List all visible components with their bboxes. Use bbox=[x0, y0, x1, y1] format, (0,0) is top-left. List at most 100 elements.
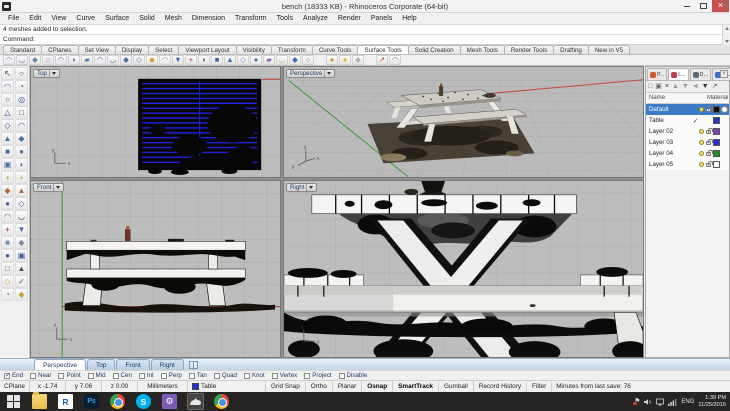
checkbox[interactable] bbox=[304, 373, 310, 379]
checkbox[interactable] bbox=[139, 373, 145, 379]
checkbox[interactable] bbox=[339, 373, 345, 379]
panel-tab[interactable]: D... bbox=[690, 68, 711, 80]
panel-tab[interactable]: L... bbox=[668, 68, 688, 80]
toolbar-tool-icon[interactable]: ■ bbox=[211, 55, 223, 65]
taskbar-clock[interactable]: 1:39 PM 11/25/2015 bbox=[698, 395, 726, 408]
minimize-button[interactable] bbox=[678, 0, 695, 12]
toolbar-tool-icon[interactable]: ◗ bbox=[198, 55, 210, 65]
settings-gear-icon[interactable]: ⚙ bbox=[162, 394, 177, 409]
skype-icon[interactable]: S bbox=[136, 394, 151, 409]
checkbox[interactable] bbox=[58, 373, 64, 379]
start-button[interactable] bbox=[6, 394, 21, 409]
layer-color-swatch[interactable] bbox=[713, 150, 720, 157]
layer-material-icon[interactable] bbox=[721, 106, 728, 113]
sidebar-tool-icon[interactable]: ◆ bbox=[15, 132, 28, 145]
osnap-option[interactable]: Tan bbox=[189, 372, 207, 379]
sidebar-tool-icon[interactable]: ○ bbox=[1, 93, 14, 106]
menu-item[interactable]: Surface bbox=[100, 15, 134, 22]
status-toggle[interactable]: Filter bbox=[527, 381, 552, 392]
column-header-material[interactable]: Material bbox=[707, 95, 729, 101]
sidebar-tool-icon[interactable]: △ bbox=[1, 106, 14, 119]
layer-row[interactable]: Layer 04 bbox=[646, 148, 729, 159]
viewport-title-right[interactable]: Right bbox=[286, 183, 317, 192]
sidebar-tool-icon[interactable]: + bbox=[15, 171, 28, 184]
checkbox[interactable] bbox=[4, 373, 10, 379]
toolbar-tab[interactable]: Visibility bbox=[236, 45, 272, 54]
sidebar-tool-icon[interactable]: ◔ bbox=[1, 288, 14, 301]
layers-toolbar-icon[interactable]: □ bbox=[648, 83, 652, 90]
panel-tab[interactable]: P... bbox=[647, 68, 667, 80]
toolbar-tool-icon[interactable]: + bbox=[185, 55, 197, 65]
menu-item[interactable]: View bbox=[46, 15, 71, 22]
toolbar-tool-icon[interactable]: ◠ bbox=[55, 55, 67, 65]
toolbar-tab[interactable]: Render Tools bbox=[504, 45, 554, 54]
osnap-option[interactable]: Cen bbox=[113, 372, 132, 379]
osnap-option[interactable]: End bbox=[4, 372, 23, 379]
layer-row[interactable]: Layer 02 bbox=[646, 126, 729, 137]
status-toggle[interactable]: Gumball bbox=[439, 381, 474, 392]
layer-color-swatch[interactable] bbox=[713, 161, 720, 168]
sidebar-tool-icon[interactable]: ▼ bbox=[15, 223, 28, 236]
command-scrollbar[interactable] bbox=[722, 25, 730, 45]
sidebar-tool-icon[interactable]: ◠ bbox=[1, 210, 14, 223]
osnap-option[interactable]: Quad bbox=[214, 372, 237, 379]
layer-name[interactable]: Layer 05 bbox=[649, 161, 692, 168]
layers-toolbar-icon[interactable]: × bbox=[665, 83, 669, 90]
layers-toolbar-icon[interactable]: ▲ bbox=[672, 83, 679, 90]
menu-item[interactable]: Transform bbox=[230, 15, 272, 22]
sidebar-tool-icon[interactable]: ◡ bbox=[15, 210, 28, 223]
toolbar-tool-icon[interactable]: ▱ bbox=[42, 55, 54, 65]
viewport-right[interactable]: z y Right bbox=[283, 180, 644, 358]
osnap-option[interactable]: Int bbox=[139, 372, 154, 379]
menu-item[interactable]: Curve bbox=[71, 15, 100, 22]
menu-item[interactable]: Panels bbox=[366, 15, 397, 22]
sidebar-tool-icon[interactable]: ◠ bbox=[15, 119, 28, 132]
layer-name[interactable]: Layer 03 bbox=[649, 139, 692, 146]
sidebar-tool-icon[interactable]: ▣ bbox=[1, 158, 14, 171]
osnap-option[interactable]: Perp bbox=[161, 372, 182, 379]
layer-lock-icon[interactable] bbox=[706, 163, 711, 167]
menu-item[interactable]: Render bbox=[333, 15, 366, 22]
chrome-icon[interactable] bbox=[110, 394, 125, 409]
chrome-icon-2[interactable] bbox=[214, 394, 229, 409]
menu-item[interactable]: Solid bbox=[134, 15, 160, 22]
toolbar-tool-icon[interactable]: ● bbox=[250, 55, 262, 65]
scroll-up-icon[interactable] bbox=[725, 27, 729, 30]
viewport-tab[interactable]: Top bbox=[87, 359, 115, 370]
network-signal-icon[interactable] bbox=[668, 398, 677, 406]
sidebar-tool-icon[interactable]: ◗ bbox=[15, 158, 28, 171]
toolbar-tool-icon[interactable]: ◠ bbox=[389, 55, 401, 65]
sidebar-tool-icon[interactable]: ▲ bbox=[15, 262, 28, 275]
layer-color-swatch[interactable] bbox=[713, 128, 720, 135]
viewport-title-perspective[interactable]: Perspective bbox=[286, 69, 335, 78]
toolbar-tab[interactable]: Select bbox=[148, 45, 179, 54]
right-viewport-canvas[interactable]: z y bbox=[284, 181, 643, 357]
toolbar-tool-icon[interactable]: ◆ bbox=[352, 55, 364, 65]
toolbar-tool-icon[interactable]: ◡ bbox=[16, 55, 28, 65]
sidebar-tool-icon[interactable]: ◇ bbox=[15, 197, 28, 210]
column-header-name[interactable]: Name bbox=[646, 95, 707, 101]
checkbox[interactable] bbox=[244, 373, 250, 379]
sidebar-tool-icon[interactable]: ■ bbox=[1, 236, 14, 249]
sidebar-tool-icon[interactable]: ◆ bbox=[15, 236, 28, 249]
language-indicator[interactable]: ENG bbox=[681, 399, 694, 405]
viewport-perspective[interactable]: z x y Perspective bbox=[283, 66, 644, 178]
osnap-option[interactable]: Point bbox=[58, 372, 80, 379]
checkbox[interactable] bbox=[88, 373, 94, 379]
toolbar-tab[interactable]: Display bbox=[115, 45, 149, 54]
menu-item[interactable]: Edit bbox=[24, 15, 46, 22]
toolbar-tool-icon[interactable]: ◡ bbox=[107, 55, 119, 65]
layer-on-bulb-icon[interactable] bbox=[699, 140, 704, 145]
gear-icon[interactable]: ⚙ bbox=[722, 1, 728, 8]
toolbar-tool-icon[interactable]: ◠ bbox=[94, 55, 106, 65]
sidebar-tool-icon[interactable]: □ bbox=[1, 262, 14, 275]
toolbar-tool-icon[interactable]: ◆ bbox=[146, 55, 158, 65]
toolbar-tool-icon[interactable]: ◠ bbox=[3, 55, 15, 65]
menu-item[interactable]: Help bbox=[397, 15, 421, 22]
status-toggle[interactable]: Osnap bbox=[362, 381, 393, 392]
display-icon[interactable] bbox=[656, 398, 664, 406]
bench-front-view[interactable] bbox=[65, 226, 275, 313]
layer-row[interactable]: Table bbox=[646, 115, 729, 126]
toolbar-tool-icon[interactable]: ▰ bbox=[81, 55, 93, 65]
toolbar-tab[interactable]: Mesh Tools bbox=[460, 45, 505, 54]
